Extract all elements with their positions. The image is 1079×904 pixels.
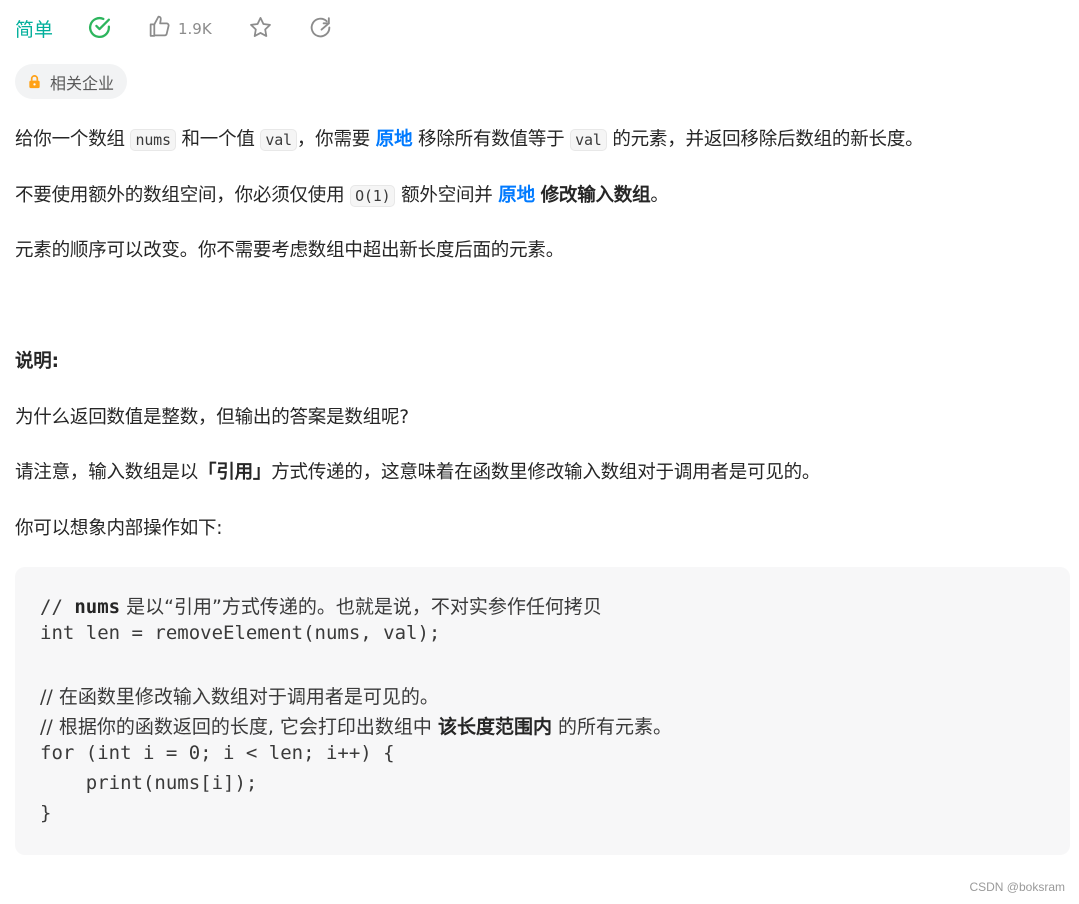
star-icon — [250, 17, 271, 37]
code-val-2: val — [570, 129, 607, 151]
code-line-6: for (int i = 0; i < len; i++) { — [40, 742, 395, 764]
solved-check-icon — [87, 15, 112, 40]
like-count: 1.9K — [178, 19, 212, 38]
difficulty-label: 简单 — [15, 18, 54, 41]
code-line-8: } — [40, 802, 52, 824]
lock-icon — [27, 74, 42, 89]
code-line-5: // 根据你的函数返回的长度, 它会打印出数组中 该长度范围内 的所有元素。 — [40, 716, 673, 738]
modify-input-emphasis: 修改输入数组 — [540, 185, 651, 206]
related-companies-tag[interactable]: 相关企业 — [15, 64, 128, 99]
watermark: CSDN @boksram — [969, 880, 1065, 894]
question-toolbar: 简单 — [15, 12, 53, 44]
code-val: val — [260, 129, 297, 151]
explanation-paragraph-2: 你可以想象内部操作如下: — [15, 518, 223, 539]
description-paragraph-3: 元素的顺序可以改变。你不需要考虑数组中超出新长度后面的元素。 — [15, 240, 565, 261]
share-button[interactable] — [308, 15, 333, 44]
in-place-emphasis: 原地 — [375, 129, 413, 150]
code-nums: nums — [130, 129, 176, 151]
description-paragraph-1: 给你一个数组 nums 和一个值 val ，你需要 原地 移除所有数值等于 val… — [15, 129, 924, 151]
explanation-question: 为什么返回数值是整数，但输出的答案是数组呢? — [15, 407, 409, 428]
reference-emphasis: 「引用」 — [198, 462, 272, 483]
code-line-2: int len = removeElement(nums, val); — [40, 622, 441, 644]
code-o1: O(1) — [350, 185, 396, 207]
favorite-star-button[interactable] — [248, 15, 273, 44]
explanation-heading: 说明: — [15, 351, 59, 372]
thumbs-up-icon — [147, 14, 172, 43]
in-place-emphasis-2: 原地 — [498, 185, 535, 206]
share-arrow-icon — [310, 17, 331, 38]
description-paragraph-2: 不要使用额外的数组空间，你必须仅使用 O(1) 额外空间并 原地 修改输入数组。 — [15, 185, 669, 207]
code-line-1: // nums 是以“引用”方式传递的。也就是说，不对实参作任何拷贝 — [40, 596, 602, 618]
code-block: // nums 是以“引用”方式传递的。也就是说，不对实参作任何拷贝 int l… — [15, 567, 1070, 855]
code-line-4: // 在函数里修改输入数组对于调用者是可见的。 — [40, 686, 439, 708]
company-tag-label: 相关企业 — [50, 73, 115, 93]
like-button[interactable]: 1.9K — [147, 14, 212, 43]
explanation-paragraph-1: 请注意，输入数组是以「引用」方式传递的，这意味着在函数里修改输入数组对于调用者是… — [15, 462, 821, 483]
code-line-7: print(nums[i]); — [40, 772, 258, 794]
